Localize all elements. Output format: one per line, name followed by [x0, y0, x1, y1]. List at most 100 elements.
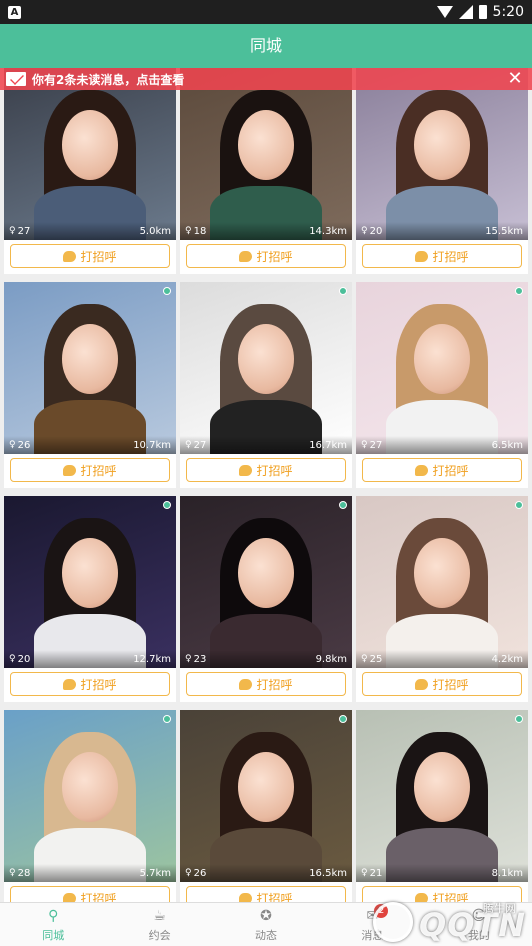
greet-button[interactable]: 打招呼: [186, 244, 346, 268]
page-title: 同城: [0, 24, 532, 68]
profile-photo[interactable]: ♀ 27 6.5km: [356, 282, 528, 454]
greet-button[interactable]: 打招呼: [10, 672, 170, 696]
watermark: 腾牛网 QQTN: [328, 896, 526, 944]
profile-age: 18: [193, 225, 207, 237]
profile-meta: ♀ 21 8.1km: [356, 864, 528, 882]
greet-button[interactable]: 打招呼: [186, 458, 346, 482]
nav-item[interactable]: ⚲ 同城: [0, 903, 106, 946]
profile-card[interactable]: ♀218.1km打招呼: [356, 710, 528, 902]
profile-card[interactable]: ♀26 16.5km 打招呼: [180, 710, 352, 902]
profile-meta: ♀ 23 9.8km: [180, 650, 352, 668]
profile-photo[interactable]: ♀ 27 16.7km: [180, 282, 352, 454]
profile-age: 27: [193, 439, 207, 451]
online-indicator: [515, 287, 523, 295]
profile-photo[interactable]: ♀ 23 9.8km: [180, 496, 352, 668]
greet-button[interactable]: 打招呼: [362, 244, 522, 268]
wifi-icon: [436, 6, 453, 18]
online-indicator: [163, 501, 171, 509]
greet-button[interactable]: 打招呼: [186, 672, 346, 696]
profile-distance: 9.8km: [315, 653, 347, 665]
profile-distance: 16.5km: [309, 867, 347, 879]
female-icon: ♀: [9, 868, 16, 878]
greet-button[interactable]: 打招呼: [362, 458, 522, 482]
greet-button[interactable]: 打招呼: [10, 886, 170, 902]
greet-label: 打招呼: [256, 249, 293, 264]
greet-label: 打招呼: [80, 463, 117, 478]
signal-icon: [458, 5, 473, 19]
profile-distance: 16.7km: [309, 439, 347, 451]
profile-photo[interactable]: ♀ 21 8.1km: [356, 710, 528, 882]
unread-message-text: 你有2条未读消息，点击查看: [32, 72, 185, 87]
profile-photo[interactable]: ♀ 26 16.5km: [180, 710, 352, 882]
profile-meta: ♀ 20 15.5km: [356, 222, 528, 240]
profile-photo[interactable]: ♀ 27 5.0km: [4, 68, 176, 240]
profile-card[interactable]: ♀26 10.7km 打招呼: [4, 282, 176, 488]
profile-card[interactable]: ♀18 14.3km 打招呼: [180, 68, 352, 274]
female-icon: ♀: [9, 654, 16, 664]
profile-meta: ♀ 26 16.5km: [180, 864, 352, 882]
profile-card[interactable]: ♀27 5.0km 打招呼: [4, 68, 176, 274]
greet-button[interactable]: 打招呼: [186, 886, 346, 902]
profile-card[interactable]: ♀27 16.7km 打招呼: [180, 282, 352, 488]
profile-age: 23: [193, 653, 207, 665]
profile-card[interactable]: ♀23 9.8km 打招呼: [180, 496, 352, 702]
greet-label: 打招呼: [80, 891, 117, 903]
profile-meta: ♀ 20 12.7km: [4, 650, 176, 668]
chat-bubble-icon: [415, 674, 429, 690]
nav-item-label: 约会: [148, 928, 171, 942]
profile-card[interactable]: ♀28 5.7km 打招呼: [4, 710, 176, 902]
profile-photo[interactable]: ♀ 20 12.7km: [4, 496, 176, 668]
profile-card[interactable]: ♀25 4.2km 打招呼: [356, 496, 528, 702]
nav-item[interactable]: ✪ 动态: [213, 903, 319, 946]
greet-label: 打招呼: [432, 249, 469, 264]
chat-bubble-icon: [63, 674, 77, 690]
chat-bubble-icon: [415, 246, 429, 262]
profile-meta: ♀ 27 5.0km: [4, 222, 176, 240]
online-indicator: [163, 715, 171, 723]
profile-distance: 5.7km: [139, 867, 171, 879]
status-right: 5:20: [436, 4, 524, 20]
chat-bubble-icon: [63, 460, 77, 476]
profile-distance: 15.5km: [485, 225, 523, 237]
female-icon: ♀: [185, 440, 192, 450]
profile-photo[interactable]: ♀ 18 14.3km: [180, 68, 352, 240]
chat-bubble-icon: [415, 460, 429, 476]
profile-distance: 5.0km: [139, 225, 171, 237]
nav-item[interactable]: ☕ 约会: [106, 903, 212, 946]
close-icon[interactable]: ✕: [504, 68, 526, 90]
status-time: 5:20: [492, 4, 524, 20]
greet-label: 打招呼: [432, 463, 469, 478]
greet-label: 打招呼: [256, 677, 293, 692]
profile-photo[interactable]: ♀ 26 10.7km: [4, 282, 176, 454]
unread-message-banner[interactable]: 你有2条未读消息，点击查看 ✕: [0, 68, 532, 90]
greet-label: 打招呼: [256, 891, 293, 903]
profile-distance: 14.3km: [309, 225, 347, 237]
profile-age: 27: [369, 439, 383, 451]
online-indicator: [515, 715, 523, 723]
greet-button[interactable]: 打招呼: [10, 458, 170, 482]
greet-label: 打招呼: [432, 677, 469, 692]
profile-card[interactable]: ♀20 15.5km 打招呼: [356, 68, 528, 274]
coffee-cup-icon: ☕: [153, 907, 166, 924]
greet-button[interactable]: 打招呼: [10, 244, 170, 268]
profile-photo[interactable]: ♀ 28 5.7km: [4, 710, 176, 882]
profile-age: 21: [369, 867, 383, 879]
female-icon: ♀: [9, 226, 16, 236]
online-indicator: [339, 715, 347, 723]
watermark-logo-icon: [372, 902, 413, 942]
greet-button[interactable]: 打招呼: [362, 672, 522, 696]
profile-card[interactable]: ♀20 12.7km 打招呼: [4, 496, 176, 702]
profile-card[interactable]: ♀27 6.5km 打招呼: [356, 282, 528, 488]
profile-grid[interactable]: ♀275.0km打招呼♀1814.3km打招呼♀2015.5km打招呼♀2610…: [0, 68, 532, 902]
notification-icon: A: [8, 5, 21, 19]
nav-item-label: 动态: [255, 928, 278, 942]
profile-meta: ♀ 27 6.5km: [356, 436, 528, 454]
profile-age: 26: [17, 439, 31, 451]
chat-bubble-icon: [239, 888, 253, 902]
profile-photo[interactable]: ♀ 20 15.5km: [356, 68, 528, 240]
compass-icon: ✪: [260, 907, 272, 924]
status-bar: A 5:20: [0, 0, 532, 24]
profile-photo[interactable]: ♀ 25 4.2km: [356, 496, 528, 668]
chat-bubble-icon: [239, 674, 253, 690]
profile-meta: ♀ 28 5.7km: [4, 864, 176, 882]
